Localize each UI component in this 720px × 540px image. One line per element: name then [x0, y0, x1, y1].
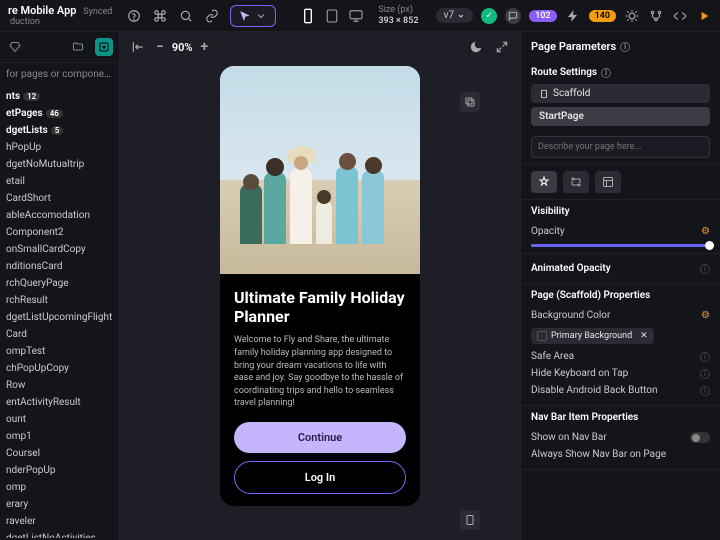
tab-actions-icon[interactable]	[563, 171, 589, 193]
bolt-icon[interactable]	[565, 8, 581, 24]
tree-item[interactable]: nts12	[0, 88, 119, 105]
tree-item[interactable]: chPopUpCopy	[0, 360, 119, 377]
tree-item[interactable]: ompTest	[0, 343, 119, 360]
tree-item[interactable]: Row	[0, 377, 119, 394]
tree-item[interactable]: CardShort	[0, 190, 119, 207]
canvas-size-info: Size (px) 393 × 852	[378, 5, 418, 27]
tree-item[interactable]: etail	[0, 173, 119, 190]
device-desktop-icon[interactable]	[348, 8, 364, 24]
play-icon[interactable]	[696, 8, 712, 24]
sidebar-search[interactable]: for pages or componen...	[0, 63, 119, 86]
tree-item[interactable]: ount	[0, 411, 119, 428]
expand-icon[interactable]	[494, 39, 510, 55]
widget-selector-button[interactable]	[230, 5, 276, 27]
tree-item[interactable]: dgetListNoActivities	[0, 530, 119, 538]
bg-color-chip[interactable]: Primary Background ✕	[531, 328, 654, 344]
tree-item[interactable]: nderPopUp	[0, 462, 119, 479]
scaffold-props-header: Page (Scaffold) Properties	[531, 290, 710, 301]
route-settings-header[interactable]: Route Settingsi	[531, 67, 710, 78]
layers-icon[interactable]	[460, 92, 480, 112]
tree-item[interactable]: Card	[0, 326, 119, 343]
device-tablet-icon[interactable]	[324, 8, 340, 24]
signup-button[interactable]: Sign Up	[234, 502, 406, 506]
tree-item[interactable]: Coursel	[0, 445, 119, 462]
tree-item[interactable]: omp1	[0, 428, 119, 445]
folder-icon[interactable]	[69, 38, 87, 56]
code-icon[interactable]	[672, 8, 688, 24]
tree-item[interactable]: dgetListUpcomingFlight	[0, 309, 119, 326]
theme-toggle-icon[interactable]	[468, 39, 484, 55]
issues-count-badge[interactable]: 102	[529, 10, 556, 22]
app-title: re Mobile App	[8, 4, 77, 17]
app-subtitle: duction	[10, 17, 112, 27]
comment-icon[interactable]	[505, 8, 521, 24]
command-icon[interactable]	[152, 8, 168, 24]
canvas-area: − 90% + Ultimate Family Holiday Planner …	[120, 32, 520, 540]
branch-icon[interactable]	[648, 8, 664, 24]
bg-color-row: Background Color⚙	[531, 307, 710, 324]
visibility-header: Visibility	[531, 206, 710, 217]
zoom-in-button[interactable]: +	[201, 39, 209, 55]
hide-keyboard-row[interactable]: Hide Keyboard on Tapi	[531, 365, 710, 382]
continue-button[interactable]: Continue	[234, 422, 406, 453]
tree-item[interactable]: erary	[0, 496, 119, 513]
tree-item[interactable]: dgetLists5	[0, 122, 119, 139]
sync-status: Synced	[83, 7, 112, 17]
top-toolbar: re Mobile App Synced duction Size (px) 3…	[0, 0, 720, 32]
page-tree: nts12etPages46dgetLists5hPopUpdgetNoMutu…	[0, 86, 119, 538]
opacity-row: Opacity⚙	[531, 223, 710, 240]
onboarding-description: Welcome to Fly and Share, the ultimate f…	[234, 334, 406, 410]
collapse-left-icon[interactable]	[130, 39, 146, 55]
tree-item[interactable]: ableAccomodation	[0, 207, 119, 224]
tree-item[interactable]: nditionsCard	[0, 258, 119, 275]
device-mobile-icon[interactable]	[300, 8, 316, 24]
link-icon[interactable]	[204, 8, 220, 24]
help-icon[interactable]	[126, 8, 142, 24]
animated-opacity-row: Animated Opacityi	[531, 260, 710, 277]
bug-icon[interactable]	[624, 8, 640, 24]
left-sidebar: for pages or componen... nts12etPages46d…	[0, 32, 120, 540]
tab-style-icon[interactable]	[531, 171, 557, 193]
search-icon[interactable]	[178, 8, 194, 24]
status-ok-icon[interactable]: ✓	[481, 8, 497, 24]
tree-item[interactable]: hPopUp	[0, 139, 119, 156]
disable-back-row[interactable]: Disable Android Back Buttoni	[531, 382, 710, 399]
phone-preview: Ultimate Family Holiday Planner Welcome …	[220, 66, 420, 506]
add-page-icon[interactable]	[95, 38, 113, 56]
tree-item[interactable]: etPages46	[0, 105, 119, 122]
diamond-icon[interactable]	[6, 38, 24, 56]
scaffold-item[interactable]: Scaffold	[531, 84, 710, 103]
tree-item[interactable]: entActivityResult	[0, 394, 119, 411]
tree-item[interactable]: Component2	[0, 224, 119, 241]
page-parameters-header: Page Parametersi	[521, 32, 720, 61]
warnings-count-badge[interactable]: 140	[589, 10, 616, 22]
tree-item[interactable]: raveler	[0, 513, 119, 530]
always-show-navbar-row[interactable]: Always Show Nav Bar on Page	[531, 446, 710, 463]
page-description-input[interactable]	[531, 136, 710, 158]
tree-item[interactable]: dgetNoMutualtrip	[0, 156, 119, 173]
tree-item[interactable]: rchQueryPage	[0, 275, 119, 292]
safe-area-row[interactable]: Safe Areai	[531, 348, 710, 365]
navbar-props-header: Nav Bar Item Properties	[531, 412, 710, 423]
tree-item[interactable]: rchResult	[0, 292, 119, 309]
login-button[interactable]: Log In	[234, 461, 406, 494]
version-badge[interactable]: v7	[436, 8, 473, 23]
zoom-level: 90%	[172, 41, 193, 54]
opacity-slider[interactable]	[531, 244, 710, 247]
properties-panel: Page Parametersi Route Settingsi Scaffol…	[520, 32, 720, 540]
show-on-navbar-row[interactable]: Show on Nav Bar	[531, 429, 710, 446]
hero-image	[220, 66, 420, 274]
tree-item[interactable]: onSmallCardCopy	[0, 241, 119, 258]
tab-layout-icon[interactable]	[595, 171, 621, 193]
device-frame-icon[interactable]	[460, 510, 480, 530]
startpage-item[interactable]: StartPage	[531, 107, 710, 126]
onboarding-title: Ultimate Family Holiday Planner	[234, 288, 406, 326]
tree-item[interactable]: omp	[0, 479, 119, 496]
zoom-out-button[interactable]: −	[156, 39, 164, 55]
